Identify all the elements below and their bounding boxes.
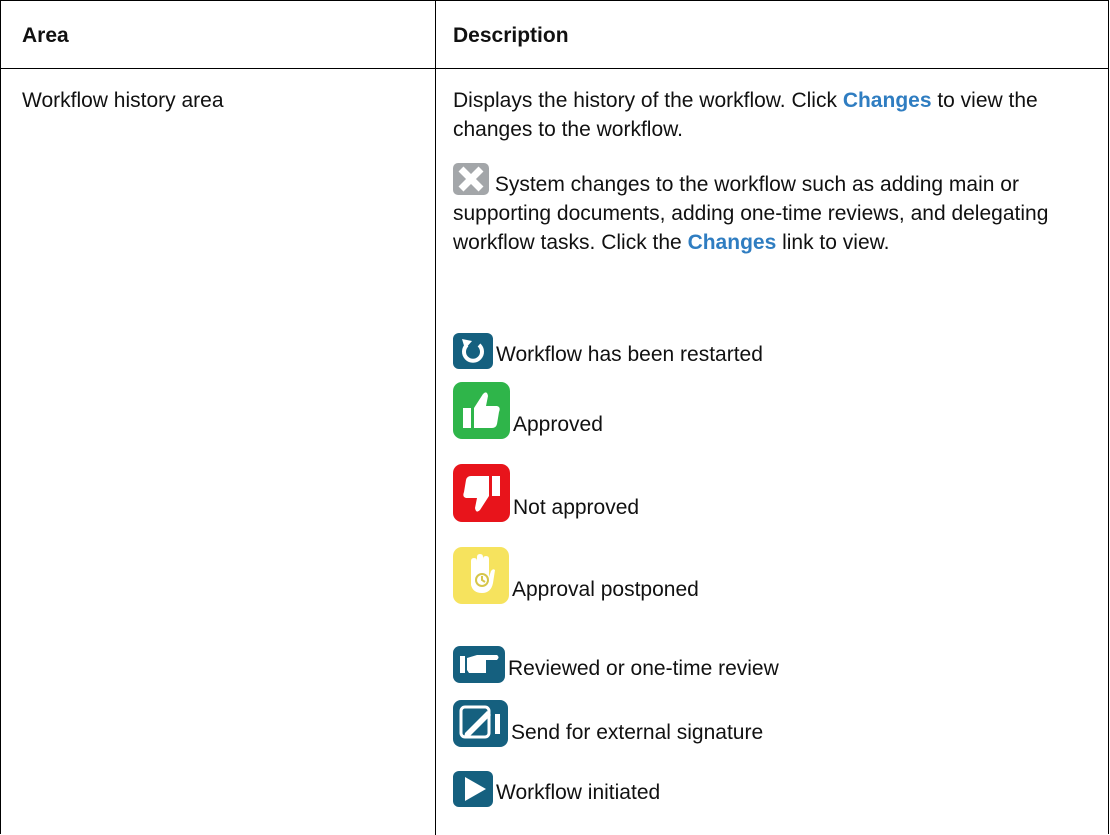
changes-link[interactable]: Changes: [688, 231, 777, 254]
legend-item-not-approved: Not approved: [453, 464, 639, 522]
legend-item-postponed: Approval postponed: [453, 547, 699, 604]
column-header-description: Description: [453, 24, 569, 47]
legend-label: Approval postponed: [512, 578, 699, 601]
restart-icon: [453, 333, 493, 369]
system-change-x-icon: [453, 163, 489, 195]
legend-item-approved: Approved: [453, 382, 603, 439]
paragraph-text: link to view.: [776, 231, 890, 254]
description-paragraph: Displays the history of the workflow. Cl…: [453, 86, 1093, 144]
area-name: Workflow history area: [22, 89, 224, 112]
system-changes-paragraph: System changes to the workflow such as a…: [453, 163, 1093, 257]
legend-label: Send for external signature: [511, 721, 764, 744]
thumbs-up-icon: [453, 382, 510, 439]
column-header-area: Area: [22, 24, 69, 47]
signature-icon: [453, 700, 508, 747]
pointing-hand-icon: [453, 646, 505, 683]
legend-label: Not approved: [513, 496, 640, 519]
header-divider: [1, 68, 1108, 69]
legend-item-external-signature: Send for external signature: [453, 700, 763, 747]
paragraph-text: Displays the history of the workflow. Cl…: [453, 89, 843, 112]
hand-clock-icon: [453, 547, 509, 604]
changes-link[interactable]: Changes: [843, 89, 932, 112]
thumbs-down-icon: [453, 464, 510, 522]
play-icon: [453, 771, 493, 807]
column-divider: [435, 1, 436, 835]
legend-label: Workflow initiated: [496, 781, 661, 804]
legend-label: Workflow has been restarted: [496, 343, 763, 366]
legend-item-restarted: Workflow has been restarted: [453, 333, 763, 369]
legend-item-initiated: Workflow initiated: [453, 771, 660, 807]
legend-item-reviewed: Reviewed or one-time review: [453, 646, 779, 683]
legend-label: Approved: [513, 413, 603, 436]
legend-label: Reviewed or one-time review: [508, 657, 779, 680]
